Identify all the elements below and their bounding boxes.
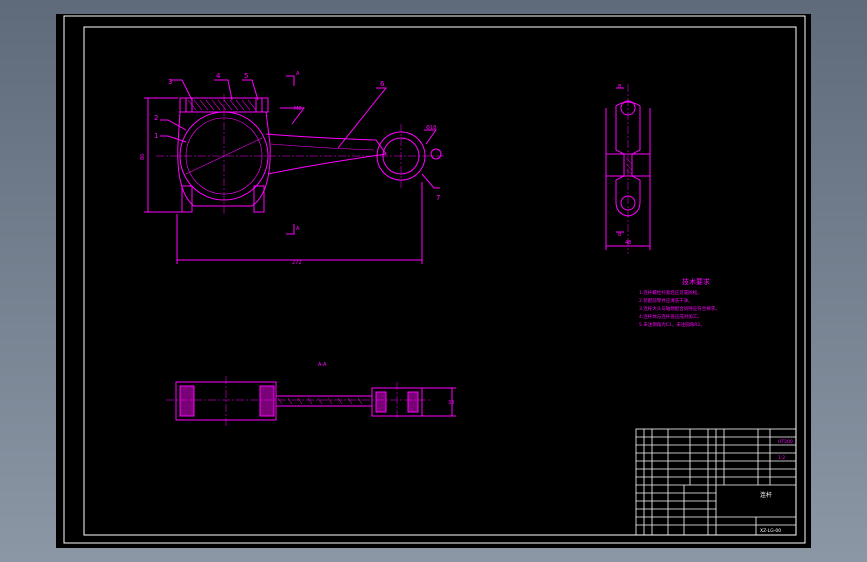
side-view bbox=[605, 84, 651, 254]
title-scale: 1:2 bbox=[778, 455, 785, 461]
balloon-4: 4 bbox=[216, 72, 221, 80]
technical-requirements: 技术要求 1.连杆螺栓拧紧后应可靠防松。 2.装配前零件应清洗干净。 3.连杆大… bbox=[639, 277, 720, 328]
dim-bottom-side: 33 bbox=[448, 400, 454, 406]
front-view bbox=[144, 75, 446, 264]
balloon-5: 5 bbox=[244, 72, 248, 80]
side-mark-top: B bbox=[618, 84, 622, 90]
dim-small-end: Φ18 bbox=[426, 125, 436, 131]
side-view-labels: B B 48 bbox=[618, 84, 631, 246]
drawing-sheet: 3 4 5 6 2 1 7 A A 272 80 M8 Φ18 B B 48 技… bbox=[56, 14, 811, 548]
requirement-line: 2.装配前零件应清洗干净。 bbox=[639, 297, 693, 304]
dim-overall-length: 272 bbox=[292, 260, 302, 266]
dim-side-width: 48 bbox=[625, 240, 631, 246]
section-label: A-A bbox=[318, 362, 327, 368]
dim-left-height: 80 bbox=[140, 154, 146, 160]
requirement-line: 3.连杆大头与轴颈配合间隙应符合要求。 bbox=[639, 305, 720, 312]
front-view-labels: 3 4 5 6 2 1 7 A A 272 80 M8 Φ18 bbox=[140, 71, 440, 266]
requirement-line: 4.连杆体与连杆盖应成对加工。 bbox=[639, 313, 702, 320]
dim-bolt-tag: M8 bbox=[294, 106, 302, 112]
section-mark-top: A bbox=[296, 71, 300, 77]
side-mark-bottom: B bbox=[618, 232, 622, 238]
title-part-name: 连杆 bbox=[760, 491, 772, 499]
section-view bbox=[166, 376, 456, 426]
balloon-6: 6 bbox=[380, 80, 385, 88]
oil-hole bbox=[430, 148, 442, 160]
balloon-1: 1 bbox=[154, 132, 158, 140]
balloon-7: 7 bbox=[436, 194, 440, 202]
requirement-line: 5.未注倒角为C1，未注圆角R2。 bbox=[639, 321, 705, 328]
title-drawing-number: XZ-LG-00 bbox=[760, 528, 781, 534]
title-material: HT200 bbox=[778, 439, 793, 445]
cad-drawing: 3 4 5 6 2 1 7 A A 272 80 M8 Φ18 B B 48 技… bbox=[63, 15, 806, 544]
title-block bbox=[635, 428, 797, 536]
section-mark-bottom: A bbox=[296, 226, 300, 232]
rod-shank bbox=[265, 133, 387, 175]
balloon-2: 2 bbox=[154, 114, 158, 122]
requirements-title: 技术要求 bbox=[682, 277, 710, 286]
balloon-3: 3 bbox=[168, 78, 172, 86]
requirement-line: 1.连杆螺栓拧紧后应可靠防松。 bbox=[639, 289, 702, 296]
